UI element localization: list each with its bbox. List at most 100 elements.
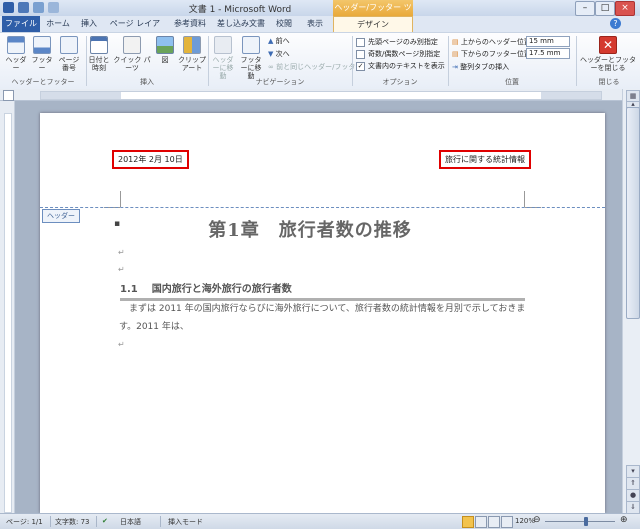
group-separator <box>208 36 209 86</box>
tab-review[interactable]: 校閲 <box>272 16 296 32</box>
clip-art-button[interactable]: クリップアート <box>178 36 206 72</box>
tab-home[interactable]: ホーム <box>42 16 74 32</box>
header-position-icon: ▤ <box>452 38 459 46</box>
footer-position-label: 下からのフッター位置: <box>460 50 534 58</box>
zoom-out-button[interactable]: ⊖ <box>533 515 541 525</box>
tab-view[interactable]: 表示 <box>302 16 328 32</box>
tab-references[interactable]: 参考資料 <box>170 16 210 32</box>
maximize-button[interactable]: □ <box>595 1 615 16</box>
crop-mark <box>120 191 121 207</box>
header-button[interactable]: ヘッダー <box>4 36 28 72</box>
calendar-icon <box>90 36 108 54</box>
checkbox-box <box>356 49 365 59</box>
link-to-previous-button[interactable]: ∞ 前と同じヘッダー/フッター <box>268 62 362 72</box>
vertical-ruler[interactable] <box>0 101 15 513</box>
picture-label: 図 <box>161 56 169 64</box>
group-label-options: オプション <box>382 78 418 86</box>
word-app-icon[interactable] <box>3 2 14 13</box>
date-time-label: 日付と時刻 <box>88 56 110 72</box>
save-icon[interactable] <box>18 2 29 13</box>
group-label-navigation: ナビゲーション <box>255 78 305 86</box>
insert-mode-indicator[interactable]: 挿入モード <box>168 517 203 527</box>
footer-button-label: フッター <box>31 56 53 72</box>
group-label-close: 閉じる <box>598 78 620 86</box>
footer-position-input[interactable]: 17.5 mm <box>526 48 570 59</box>
crop-mark <box>524 191 525 207</box>
ribbon-tab-bar: ファイル ホーム 挿入 ページ レイアウト 参考資料 差し込み文書 校閲 表示 … <box>0 16 640 44</box>
link-to-previous-label: 前と同じヘッダー/フッター <box>276 63 363 71</box>
quick-parts-button[interactable]: クイック パーツ <box>112 36 152 72</box>
language-indicator[interactable]: 日本語 <box>120 517 141 527</box>
header-right-text[interactable]: 旅行に関する統計情報 <box>439 150 531 169</box>
tab-page-layout[interactable]: ページ レイアウト <box>106 16 164 44</box>
goto-footer-icon <box>242 36 260 54</box>
header-button-label: ヘッダー <box>5 56 27 72</box>
tab-insert[interactable]: 挿入 <box>76 16 102 32</box>
ruler-track <box>40 91 602 100</box>
insert-alignment-tab-button[interactable]: ⇥ 整列タブの挿入 <box>452 62 509 72</box>
ribbon: ヘッダー フッター ページ番号 ヘッダーとフッター 日付と時刻 クイック パーツ… <box>0 32 640 90</box>
zoom-in-button[interactable]: ⊕ <box>620 515 628 525</box>
context-tab-header: ヘッダー/フッター ツール <box>333 0 413 28</box>
goto-footer-button[interactable]: フッターに移動 <box>238 36 264 80</box>
header-position-input[interactable]: 15 mm <box>526 36 570 47</box>
help-icon[interactable]: ? <box>610 18 621 29</box>
close-window-button[interactable]: × <box>615 1 635 16</box>
footer-position-spinner: ▤ 下からのフッター位置: 17.5 mm <box>452 48 572 59</box>
horizontal-ruler[interactable] <box>0 89 622 101</box>
page-number-button-label: ページ番号 <box>58 56 80 72</box>
scroll-thumb[interactable] <box>626 107 640 319</box>
clip-art-icon <box>183 36 201 54</box>
next-button[interactable]: ▼ 次へ <box>268 49 290 59</box>
proofing-icon[interactable]: ✔ <box>102 517 108 525</box>
checkbox-box <box>356 37 365 47</box>
tab-selector-icon[interactable] <box>3 90 14 101</box>
view-print-layout-icon[interactable] <box>462 516 474 528</box>
picture-button[interactable]: 図 <box>154 36 176 64</box>
show-document-text-label: 文書内のテキストを表示 <box>368 62 445 70</box>
minimize-button[interactable]: – <box>575 1 595 16</box>
group-separator <box>86 36 87 86</box>
goto-header-icon <box>214 36 232 54</box>
group-label-position: 位置 <box>505 78 519 86</box>
footer-button[interactable]: フッター <box>30 36 54 72</box>
title-bar: 文書 1 - Microsoft Word ヘッダー/フッター ツール – □ … <box>0 0 640 28</box>
previous-button[interactable]: ▲ 前へ <box>268 36 290 46</box>
page-count[interactable]: ページ: 1/1 <box>6 517 43 527</box>
close-red-x-icon: ✕ <box>599 36 617 54</box>
view-fullscreen-icon[interactable] <box>475 516 487 528</box>
view-web-layout-icon[interactable] <box>488 516 500 528</box>
zoom-slider-knob[interactable] <box>584 517 588 526</box>
different-odd-even-label: 奇数/偶数ページ別指定 <box>368 50 441 58</box>
insert-alignment-tab-label: 整列タブの挿入 <box>460 63 510 71</box>
paragraph-mark: ↵ <box>118 265 125 274</box>
vertical-scrollbar[interactable]: ▦ ▴ ▾ ⇑ ● ⇓ <box>622 89 640 514</box>
word-count[interactable]: 文字数: 73 <box>55 517 90 527</box>
undo-icon[interactable] <box>33 2 44 13</box>
paragraph-mark: ↵ <box>118 248 125 257</box>
ruler-right-margin <box>541 92 601 99</box>
date-time-button[interactable]: 日付と時刻 <box>88 36 110 72</box>
tab-design[interactable]: デザイン <box>333 16 413 33</box>
view-outline-icon[interactable] <box>501 516 513 528</box>
tab-mailings[interactable]: 差し込み文書 <box>216 16 266 32</box>
header-date-field[interactable]: 2012年 2月 10日 <box>112 150 189 169</box>
goto-header-button[interactable]: ヘッダーに移動 <box>210 36 236 80</box>
document-page[interactable]: 2012年 2月 10日 旅行に関する統計情報 ヘッダー ▪ 第1章 旅行者数の… <box>40 113 605 513</box>
group-label-insert: 挿入 <box>140 78 154 86</box>
different-first-page-label: 先頭ページのみ別指定 <box>368 38 438 46</box>
status-bar: ページ: 1/1 文字数: 73 ✔ 日本語 挿入モード 120% ⊖ ⊕ <box>0 513 640 529</box>
redo-icon[interactable] <box>48 2 59 13</box>
vertical-ruler-track <box>4 113 12 513</box>
page-number-button[interactable]: ページ番号 <box>56 36 82 72</box>
zoom-slider-track[interactable] <box>545 521 615 522</box>
different-odd-even-checkbox[interactable]: 奇数/偶数ページ別指定 <box>356 49 440 59</box>
show-document-text-checkbox[interactable]: ✓ 文書内のテキストを表示 <box>356 61 445 71</box>
tab-file[interactable]: ファイル <box>2 16 40 32</box>
group-separator <box>352 36 353 86</box>
close-header-footer-button[interactable]: ✕ ヘッダーとフッターを閉じる <box>578 36 638 72</box>
ruler-left-margin <box>41 92 121 99</box>
different-first-page-checkbox[interactable]: 先頭ページのみ別指定 <box>356 37 438 47</box>
zoom-level[interactable]: 120% <box>515 517 535 525</box>
checkbox-box-checked: ✓ <box>356 61 365 71</box>
